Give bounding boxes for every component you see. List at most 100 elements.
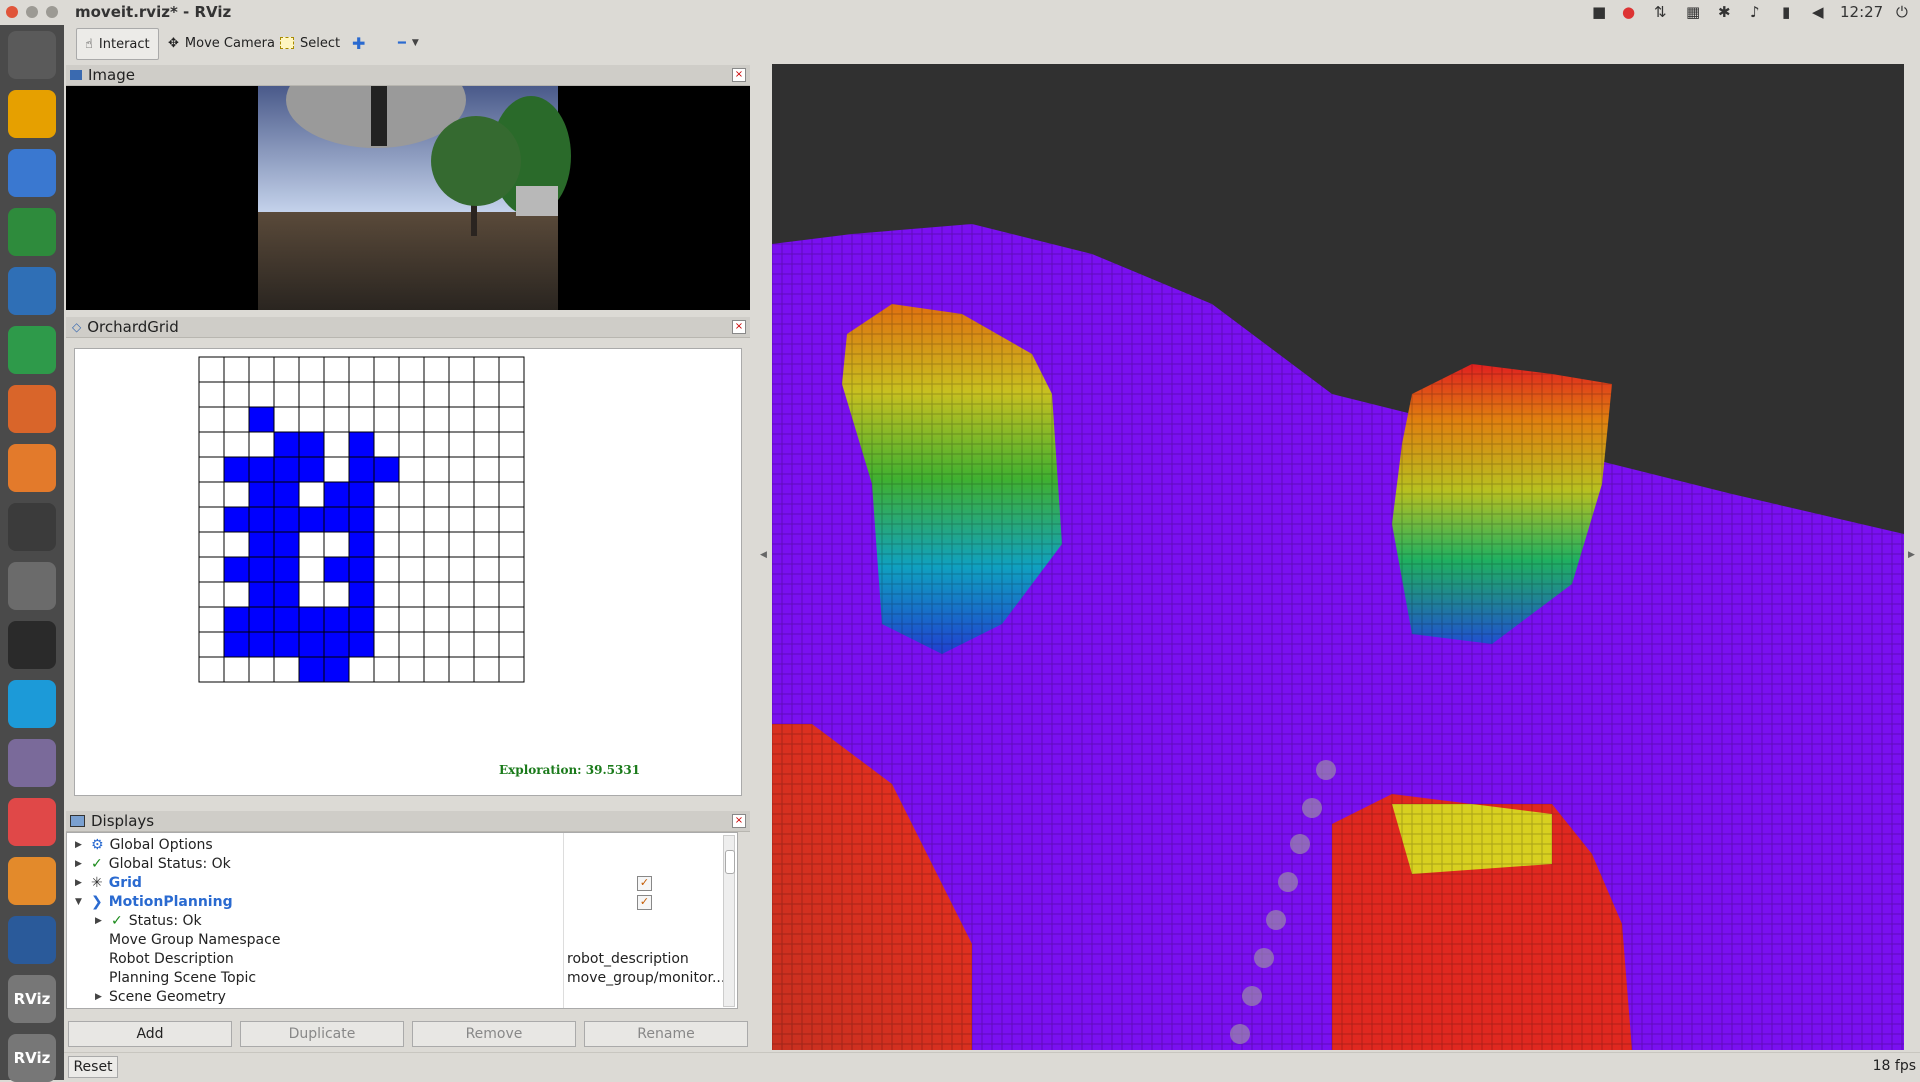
software-center-icon[interactable] <box>8 444 56 492</box>
power-icon[interactable]: ⏻ <box>1896 3 1908 21</box>
grid-cell-occupied <box>323 656 350 683</box>
select-button[interactable]: Select <box>272 28 348 58</box>
grid-cell-free <box>498 656 525 683</box>
minimize-window-button[interactable] <box>26 6 38 18</box>
grid-cell-occupied <box>248 506 275 533</box>
expand-arrow-icon[interactable]: ▶ <box>75 840 85 850</box>
tree-row-motion-planning[interactable]: ▼ ❯ MotionPlanning <box>75 892 233 911</box>
grid-cell-occupied <box>223 506 250 533</box>
impress-icon[interactable] <box>8 385 56 433</box>
splitter-handle[interactable]: ◀ <box>760 550 767 560</box>
motion-planning-enabled-checkbox[interactable]: ✓ <box>637 895 652 910</box>
keyboard-icon[interactable]: ▦ <box>1686 3 1700 21</box>
grid-cell-occupied <box>348 481 375 508</box>
scrollbar-thumb[interactable] <box>725 850 735 874</box>
duplicate-display-button[interactable]: Duplicate <box>240 1021 404 1047</box>
add-display-button[interactable]: Add <box>68 1021 232 1047</box>
settings-icon[interactable] <box>8 562 56 610</box>
chrome-tray-icon[interactable]: ● <box>1622 3 1635 21</box>
expand-arrow-icon[interactable]: ▶ <box>95 916 105 926</box>
remove-tool-button[interactable]: ━ ▼ <box>390 28 427 58</box>
interact-button[interactable]: ☝ Interact <box>76 28 159 60</box>
grid-cell-free <box>423 581 450 608</box>
files-icon[interactable] <box>8 90 56 138</box>
clock[interactable]: 12:27 <box>1840 3 1883 21</box>
grid-cell-free <box>423 656 450 683</box>
grid-cell-free <box>498 356 525 383</box>
writer-icon[interactable] <box>8 267 56 315</box>
grid-cell-free <box>373 431 400 458</box>
grid-cell-occupied <box>273 431 300 458</box>
volume-icon[interactable]: ◀ <box>1812 3 1824 21</box>
rename-display-button[interactable]: Rename <box>584 1021 748 1047</box>
tree-row-global-options[interactable]: ▶ ⚙ Global Options <box>75 835 213 854</box>
reset-button[interactable]: Reset <box>68 1056 118 1078</box>
expand-arrow-icon[interactable]: ▶ <box>75 878 85 888</box>
move-camera-button[interactable]: ✥ Move Camera <box>160 28 283 58</box>
amazon-icon[interactable] <box>8 503 56 551</box>
expand-arrow-icon[interactable]: ▶ <box>95 992 105 1002</box>
grid-cell-free <box>223 356 250 383</box>
displays-scrollbar[interactable] <box>723 835 735 1007</box>
right-splitter-handle[interactable]: ▶ <box>1908 550 1915 560</box>
close-displays-panel-button[interactable]: × <box>732 814 746 828</box>
network-icon[interactable]: ⇅ <box>1654 3 1667 21</box>
globe-icon: ⚙ <box>91 836 104 853</box>
grid-cell-free <box>373 531 400 558</box>
grid-cell-occupied <box>348 631 375 658</box>
collapse-arrow-icon[interactable]: ▼ <box>75 897 85 907</box>
camera-icon[interactable]: ■ <box>1592 3 1606 21</box>
grid-cell-free <box>223 531 250 558</box>
notification-icon[interactable]: ♪ <box>1750 3 1760 21</box>
grid-icon: ✳ <box>91 874 103 891</box>
grid-cell-occupied <box>273 531 300 558</box>
motion-planning-icon: ❯ <box>91 893 103 910</box>
grid-cell-free <box>223 481 250 508</box>
sublime-icon[interactable] <box>8 857 56 905</box>
maximize-window-button[interactable] <box>46 6 58 18</box>
tree-row-global-status[interactable]: ▶ ✓ Global Status: Ok <box>75 854 231 873</box>
grid-enabled-checkbox[interactable]: ✓ <box>637 876 652 891</box>
grid-cell-occupied <box>248 606 275 633</box>
tree-row-move-group-namespace[interactable]: Move Group Namespace <box>109 930 280 949</box>
close-window-button[interactable] <box>6 6 18 18</box>
3d-render-view[interactable] <box>772 64 1904 1050</box>
expand-arrow-icon[interactable]: ▶ <box>75 859 85 869</box>
grid-cell-free <box>248 656 275 683</box>
ubuntu-logo-icon[interactable] <box>8 31 56 79</box>
mail-icon[interactable] <box>8 798 56 846</box>
grid-cell-free <box>398 406 425 433</box>
tree-row-status-ok[interactable]: ▶ ✓ Status: Ok <box>95 911 202 930</box>
close-image-panel-button[interactable]: × <box>732 68 746 82</box>
calc-icon[interactable] <box>8 326 56 374</box>
battery-icon[interactable]: ▮ <box>1782 3 1790 21</box>
tree-label-status-ok: Status: Ok <box>128 912 202 929</box>
rviz-icon[interactable]: RViz <box>8 975 56 1023</box>
displays-tree: ▶ ⚙ Global Options ▶ ✓ Global Status: Ok… <box>66 832 738 1009</box>
close-grid-panel-button[interactable]: × <box>732 320 746 334</box>
tree-row-grid[interactable]: ▶ ✳ Grid <box>75 873 142 892</box>
chromium-icon[interactable] <box>8 149 56 197</box>
planning-scene-topic-value[interactable]: move_group/monitor... <box>567 968 725 987</box>
remove-display-button[interactable]: Remove <box>412 1021 576 1047</box>
tree-row-scene-geometry[interactable]: ▶ Scene Geometry <box>95 987 226 1006</box>
tree-label-move-group-namespace: Move Group Namespace <box>109 931 281 948</box>
grid-cell-free <box>373 556 400 583</box>
vscode-icon[interactable] <box>8 916 56 964</box>
grid-cell-free <box>323 406 350 433</box>
grid-cell-occupied <box>348 506 375 533</box>
terminal-icon[interactable] <box>8 621 56 669</box>
tree-row-robot-description[interactable]: Robot Description <box>109 949 234 968</box>
chrome-icon[interactable] <box>8 208 56 256</box>
add-tool-button[interactable]: ✚ <box>344 28 373 58</box>
grid-cell-occupied <box>323 556 350 583</box>
grid-cell-free <box>473 631 500 658</box>
grid-cell-occupied <box>348 431 375 458</box>
grid-cell-free <box>448 631 475 658</box>
camera-icon[interactable] <box>8 739 56 787</box>
skype-icon[interactable] <box>8 680 56 728</box>
bluetooth-icon[interactable]: ✱ <box>1718 3 1731 21</box>
rviz-icon-2[interactable]: RViz <box>8 1034 56 1082</box>
tree-row-planning-scene-topic[interactable]: Planning Scene Topic <box>109 968 256 987</box>
robot-description-value[interactable]: robot_description <box>567 949 689 968</box>
